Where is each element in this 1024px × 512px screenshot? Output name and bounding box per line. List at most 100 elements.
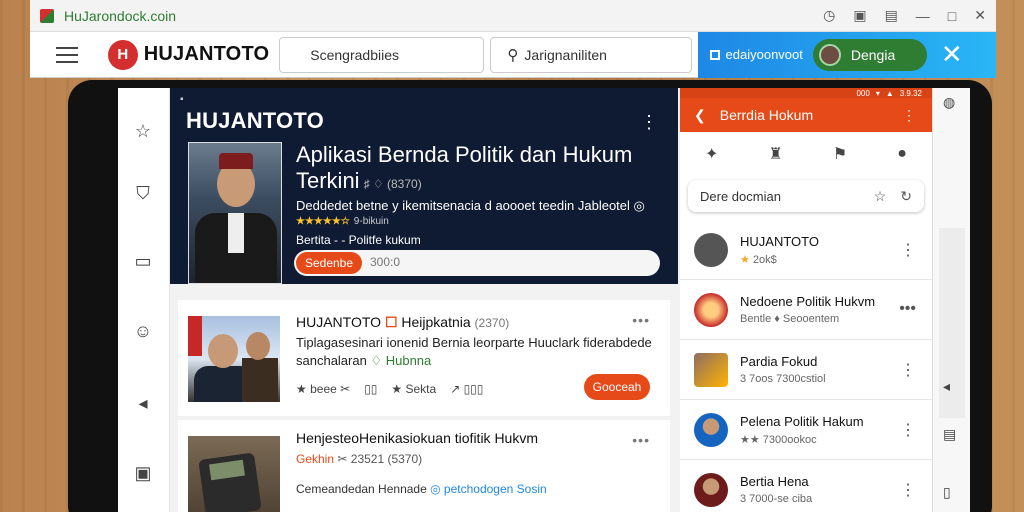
panel-header: ❮ Berrdia Hokum ⋮ <box>680 98 932 132</box>
news-actions: ★ beee ✂ ▯▯ ★ Sekta ↗ ▯▯▯ <box>296 382 483 396</box>
maximize-button[interactable]: □ <box>948 8 956 24</box>
news-card[interactable]: HenjesteoHenikasiokuan tiofitik Hukvm ••… <box>178 420 670 512</box>
more-vertical-icon[interactable]: ⋮ <box>900 420 916 440</box>
more-horizontal-icon[interactable]: ••• <box>632 432 650 448</box>
list-thumbnail <box>694 232 728 267</box>
news-body-text: Tiplagasesinari ionenid Bernia leorparte… <box>296 335 652 368</box>
list-item-title: Pelena Politik Hakum <box>740 413 864 429</box>
wifi-icon: ▾ <box>875 88 880 98</box>
list-item-meta-text: 2ok$ <box>752 253 777 266</box>
hero-action-button[interactable]: Sedenbe <box>296 252 362 274</box>
hero-action-bar: Sedenbe 300:0 <box>294 250 660 276</box>
more-vertical-icon[interactable]: ⋮ <box>900 480 916 500</box>
more-horizontal-icon[interactable]: ••• <box>632 312 650 328</box>
toolbar-blue-label[interactable]: edaiyoonvoot <box>726 47 803 62</box>
star-outline-icon[interactable]: ☆ <box>874 188 887 205</box>
close-window-button[interactable]: ✕ <box>974 7 986 24</box>
like-action[interactable]: ★ beee ✂ <box>296 382 350 396</box>
news-source: Gekhin ✂ 23521 (5370) <box>296 452 422 466</box>
card-icon[interactable]: ▭ <box>132 250 154 272</box>
list-item[interactable]: Nedoene Politik Hukvm Bentle ♦ Seooentem… <box>680 280 932 340</box>
hero-title-text: Aplikasi Bernda Politik dan Hukum Terkin… <box>296 142 633 193</box>
headline-brand: HUJANTOTO <box>296 314 382 330</box>
list-thumbnail <box>694 292 728 327</box>
list-thumbnail <box>694 472 728 507</box>
status-bar: 000 ▾ ▲ 3.9.32 <box>680 88 932 98</box>
rating-stars: ★★★★★☆ <box>296 216 350 227</box>
news-card[interactable]: HUJANTOTO ☐ Heijpkatnia (2370) ••• Tipla… <box>178 300 670 416</box>
back-icon[interactable]: ❮ <box>694 107 706 124</box>
list-item-meta: ★★ 7300ookoc <box>740 433 817 446</box>
more-vertical-icon[interactable]: ⋮ <box>900 360 916 380</box>
avatar <box>818 43 841 66</box>
site-logo-text[interactable]: HUJANTOTO <box>144 43 270 66</box>
more-vertical-icon[interactable]: ⋮ <box>902 107 916 124</box>
minimize-button[interactable]: — <box>916 8 930 24</box>
site-logo-icon[interactable]: H <box>107 39 138 70</box>
favicon-icon <box>40 8 54 23</box>
list-item-title: Pardia Fokud <box>740 354 818 369</box>
hero-count: 300:0 <box>370 255 401 269</box>
save-action[interactable]: ★ Sekta <box>391 382 436 396</box>
star-outline-icon[interactable]: ☆ <box>132 120 154 142</box>
news-thumbnail <box>188 316 280 402</box>
flag-icon[interactable]: ⚑ <box>833 144 847 164</box>
hero-brand: HUJANTOTO <box>186 108 324 133</box>
box-icon[interactable]: ▣ <box>132 462 154 484</box>
more-vertical-icon[interactable]: ⋮ <box>640 112 658 133</box>
news-tag[interactable]: ♢ Hubnna <box>370 353 431 368</box>
news-headline[interactable]: HUJANTOTO ☐ Heijpkatnia (2370) <box>296 314 509 331</box>
list-item[interactable]: Pelena Politik Hakum ★★ 7300ookoc ⋮ <box>680 400 932 460</box>
list-item-title: Nedoene Politik Hukvm <box>740 294 876 309</box>
history-icon[interactable]: ◷ <box>823 7 835 24</box>
panel-icon-row: ✦ ♜ ⚑ ● <box>680 132 932 176</box>
status-time: 3.9.32 <box>899 88 922 98</box>
list-thumbnail <box>694 352 728 387</box>
list-item-meta: Bentle ♦ Seooentem <box>740 313 840 325</box>
tab-title[interactable]: HuJarondock.coin <box>64 8 176 24</box>
building-icon[interactable]: ♜ <box>768 144 782 164</box>
shield-icon[interactable]: ⛉ <box>132 182 154 204</box>
user-pill-label: Dengia <box>850 46 896 63</box>
document-icon[interactable]: ▯ <box>943 484 951 501</box>
clipboard-icon[interactable]: ▤ <box>943 426 956 443</box>
list-item-meta: 3 7000-se ciba <box>740 493 813 505</box>
panel-icon[interactable]: ▤ <box>885 7 898 24</box>
news-headline[interactable]: HenjesteoHenikasiokuan tiofitik Hukvm <box>296 430 538 446</box>
hero-description: Deddedet betne y ikemitsenacia d aoooet … <box>296 198 645 213</box>
more-horizontal-icon[interactable]: ••• <box>899 300 916 318</box>
list-item[interactable]: Bertia Hena 3 7000-se ciba ⋮ <box>680 460 932 512</box>
close-icon[interactable]: ✕ <box>941 39 963 70</box>
send-icon[interactable]: ◂ <box>132 392 154 414</box>
chat-icon[interactable]: ☺ <box>132 320 154 342</box>
panel-search-input[interactable]: Dere docmian ☆ ↻ <box>688 180 924 212</box>
gear-icon[interactable]: ◍ <box>943 94 955 111</box>
profile-icon[interactable]: ● <box>897 145 907 163</box>
share-action[interactable]: ↗ ▯▯▯ <box>450 382 483 396</box>
favorite-icon[interactable]: ✦ <box>705 144 718 164</box>
hero-rating: ★★★★★☆ 9-bikuin <box>296 216 389 227</box>
more-vertical-icon[interactable]: ⋮ <box>900 240 916 260</box>
side-scroll-strip: ◍ ◂ ▤ ▯ <box>932 88 970 512</box>
tablet-screen: ☆ ⛉ ▭ ☺ ◂ ▣ ▪ HUJANTOTO ⋮ Aplikasi Bernd… <box>118 88 970 512</box>
toolbar-search-field[interactable]: ⚲ Jarignaniliten <box>490 36 692 73</box>
hero-title: Aplikasi Bernda Politik dan Hukum Terkin… <box>296 142 666 197</box>
list-item[interactable]: HUJANTOTO ★ 2ok$ ⋮ <box>680 220 932 280</box>
send-icon[interactable]: ◂ <box>943 378 950 395</box>
headline-year: (2370) <box>474 316 510 330</box>
read-more-button[interactable]: Gooceah <box>584 374 650 400</box>
news-body-link[interactable]: ◎ petchodogen Sosin <box>430 482 547 496</box>
refresh-icon[interactable]: ↻ <box>900 188 912 205</box>
comment-action[interactable]: ▯▯ <box>364 382 377 396</box>
window-controls: ◷ ▣ ▤ — □ ✕ <box>823 7 986 24</box>
bookmark-icon: ☐ <box>384 314 398 330</box>
hero-title-sub: ♯ ♢ (8370) <box>363 177 422 191</box>
user-pill-button[interactable]: Dengia <box>812 38 927 71</box>
browser-titlebar: HuJarondock.coin ◷ ▣ ▤ — □ ✕ <box>30 0 996 32</box>
list-item[interactable]: Pardia Fokud 3 7oos 7300cstiol ⋮ <box>680 340 932 400</box>
hamburger-menu-icon[interactable] <box>56 46 78 63</box>
news-source-meta: ✂ 23521 (5370) <box>337 452 423 466</box>
hero-topline: ▪ <box>180 94 184 105</box>
toolbar-field-primary[interactable]: Scengradbiies <box>279 36 485 73</box>
screenshot-icon[interactable]: ▣ <box>853 7 866 24</box>
